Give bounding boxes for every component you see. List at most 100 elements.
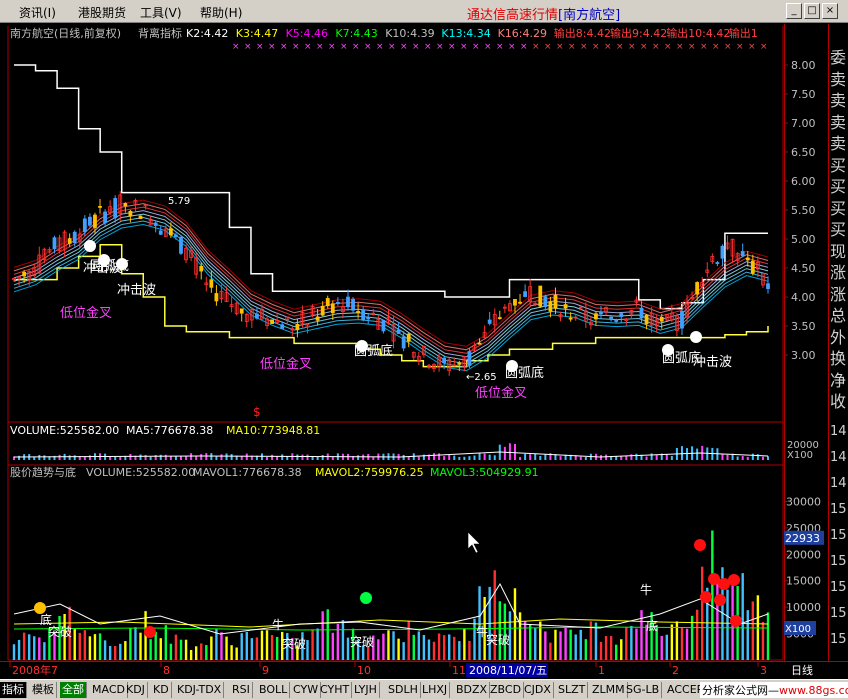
volume-bar [726, 454, 729, 460]
volume-bar [296, 454, 299, 460]
volume-bar [473, 455, 476, 460]
indicator-bar [88, 636, 92, 660]
maximize-icon[interactable]: □ [804, 3, 820, 19]
indicator-signal-label-5: 底 [646, 618, 658, 633]
indicator-bar [579, 629, 582, 660]
signal-cross-icon: × [304, 42, 312, 52]
close-icon[interactable]: × [822, 3, 838, 19]
quote-field-value: 15 [830, 632, 847, 647]
indicator-bar [665, 634, 668, 660]
price-axis-tick: 6.50 [791, 146, 816, 159]
indicator-tab-模板[interactable]: 模板 [30, 682, 57, 698]
indicator-bar [311, 629, 314, 660]
indicator-tab-rsi[interactable]: RSI [230, 682, 253, 698]
indicator-value-2: K5:4.46 [286, 27, 328, 40]
menu-hk-futures[interactable]: 港股期货 [78, 4, 126, 21]
indicator-bar [614, 644, 618, 660]
volume-bar [650, 453, 653, 460]
signal-dot-icon [356, 340, 368, 352]
indicator-signal-label-1: 突破 [48, 624, 72, 639]
indicator-tab-lyjh[interactable]: LYJH [352, 682, 380, 698]
indicator-tab-cjdx[interactable]: CJDX [522, 682, 554, 698]
volume-bar [230, 454, 233, 460]
indicator-tab-zlmm[interactable]: ZLMM [590, 682, 628, 698]
volume-bar [767, 456, 769, 460]
time-label-5: 1 [598, 664, 605, 677]
indicator-tab-macd[interactable]: MACD [90, 682, 128, 698]
chart-svg[interactable]: 南方航空(日线,前复权) 背离指标 K2:4.42 K3:4.47 K5:4.46 K… [0, 24, 784, 662]
indicator-bar [741, 573, 744, 660]
signal-ball-icon [694, 539, 706, 551]
indicator-tab-sdlh[interactable]: SDLH [386, 682, 421, 698]
candle-body [513, 299, 517, 306]
quote-field-label: 委 [830, 48, 847, 67]
indicator-tab-指标[interactable]: 指标 [0, 682, 27, 698]
indicator-tab-kdj-tdx[interactable]: KDJ-TDX [175, 682, 225, 698]
indicator-tab-sg-lb[interactable]: SG-LB [624, 682, 663, 698]
indicator-bar [544, 631, 547, 660]
indicator-bar [93, 634, 97, 660]
indicator-value-8: 输出9:4.42 [610, 26, 667, 40]
indicator-bar [169, 643, 173, 660]
signal-cross-icon: × [448, 42, 456, 52]
candle-body [366, 317, 371, 320]
indicator-axis-tick: 30000 [786, 495, 821, 508]
candle-body [168, 228, 173, 236]
indicator-tab-全部[interactable]: 全部 [60, 682, 87, 698]
indicator-tab-lhxj[interactable]: LHXJ [420, 682, 451, 698]
quote-field-value: 15 [830, 502, 847, 517]
menu-info[interactable]: 资讯(I) [19, 4, 56, 21]
indicator-tab-slzt[interactable]: SLZT [556, 682, 589, 698]
indicator-bar [129, 627, 132, 660]
indicator-bar [179, 639, 183, 660]
candle-body [477, 342, 482, 345]
indicator-bar [22, 632, 26, 660]
signal-cross-icon: × [436, 42, 444, 52]
candle-body [766, 283, 770, 290]
volume-bar [696, 448, 699, 460]
volume-bar [529, 454, 532, 460]
chart-area[interactable]: 南方航空(日线,前复权) 背离指标 K2:4.42 K3:4.47 K5:4.46 K… [0, 24, 784, 662]
volume-bar [245, 453, 248, 460]
candle-body [644, 314, 649, 325]
volume-bar [670, 456, 673, 460]
indicator-tab-boll[interactable]: BOLL [257, 682, 291, 698]
period-label[interactable]: 日线 [791, 663, 813, 677]
indicator-tab-cyht[interactable]: CYHT [318, 682, 353, 698]
indicator-bar [453, 636, 456, 660]
volume-bar [276, 456, 279, 460]
volume-bar [741, 456, 744, 460]
indicator-bar [458, 641, 461, 660]
candle-body [270, 319, 274, 324]
menu-help[interactable]: 帮助(H) [200, 4, 242, 21]
quote-field-label: 卖 [830, 69, 847, 89]
indicator-tab-cyw[interactable]: CYW [291, 682, 322, 698]
volume-bar [179, 456, 182, 460]
indicator-bar [119, 643, 122, 660]
volume-bar [119, 456, 122, 460]
indicator-name: 背离指标 [138, 26, 182, 40]
candle-body [138, 215, 143, 220]
indicator-value-7: 输出8:4.42 [554, 26, 611, 40]
indicator-bar [569, 629, 572, 660]
volume-ma5: MA5:776678.38 [126, 424, 213, 437]
indicator-tab-kd[interactable]: KD [151, 682, 172, 698]
indicator-tab-kdj[interactable]: KDJ [124, 682, 148, 698]
menu-tools[interactable]: 工具(V) [140, 4, 182, 21]
volume-bar [539, 455, 542, 460]
signal-cross-icon: × [316, 42, 324, 52]
indicator-bar [498, 601, 501, 660]
signal-cross-icon: × [724, 42, 732, 52]
indicator-tab-bdzx[interactable]: BDZX [454, 682, 491, 698]
indicator-tab-zbcd[interactable]: ZBCD [488, 682, 525, 698]
indicator-bar [38, 637, 41, 660]
candle-body [695, 282, 700, 295]
candle-body [745, 257, 750, 261]
minimize-icon[interactable]: _ [786, 3, 802, 19]
indicator-bar [604, 635, 608, 660]
candle-body [103, 211, 107, 224]
indicator-bar [174, 634, 178, 660]
candle-body [396, 329, 401, 335]
quote-field-label: 买 [830, 177, 847, 196]
indicator-bar [230, 645, 233, 660]
